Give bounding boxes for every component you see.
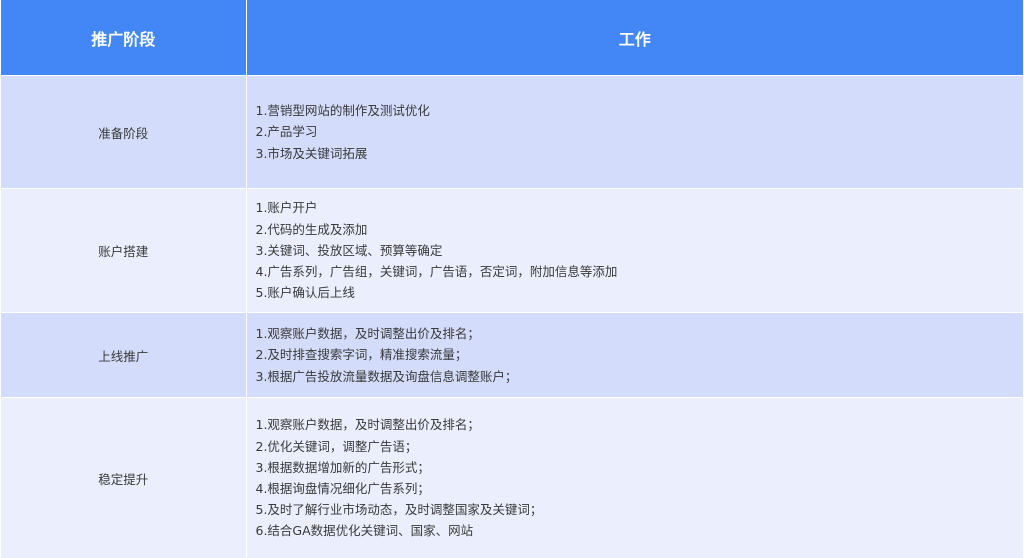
work-item: 2.产品学习 xyxy=(255,124,318,140)
work-item: 2.及时排查搜索字词，精准搜索流量； xyxy=(255,347,468,363)
stage-cell: 准备阶段 xyxy=(1,75,247,189)
stage-cell: 上线推广 xyxy=(1,312,247,398)
work-item: 4.根据询盘情况细化广告系列； xyxy=(255,481,430,496)
work-item: 3.关键词、投放区域、预算等确定 xyxy=(255,242,443,258)
table-row: 稳定提升 1.观察账户数据，及时调整出价及排名； 2.优化关键词，调整广告语； … xyxy=(1,397,1024,558)
work-item: 5.及时了解行业市场动态，及时调整国家及关键词； xyxy=(255,502,543,518)
work-item: 6.结合GA数据优化关键词、国家、网站 xyxy=(255,523,474,539)
work-list: 1.观察账户数据，及时调整出价及排名； 2.优化关键词，调整广告语； 3.根据数… xyxy=(256,414,1024,541)
header-work: 工作 xyxy=(246,0,1023,76)
work-item: 1.账户开户 xyxy=(255,200,318,216)
work-item: 3.根据数据增加新的广告形式； xyxy=(255,459,430,475)
promotion-stage-table: 推广阶段 工作 准备阶段 1.营销型网站的制作及测试优化 2.产品学习 3.市场… xyxy=(1,0,1023,558)
work-cell: 1.账户开户 2.代码的生成及添加 3.关键词、投放区域、预算等确定 4.广告系… xyxy=(246,188,1024,313)
stage-cell: 稳定提升 xyxy=(1,397,247,558)
work-item: 2.优化关键词，调整广告语； xyxy=(255,438,418,454)
table-row: 账户搭建 1.账户开户 2.代码的生成及添加 3.关键词、投放区域、预算等确定 … xyxy=(1,188,1024,313)
header-stage: 推广阶段 xyxy=(1,0,247,76)
stage-cell: 账户搭建 xyxy=(1,188,247,313)
table-row: 准备阶段 1.营销型网站的制作及测试优化 2.产品学习 3.市场及关键词拓展 xyxy=(1,75,1024,189)
work-item: 5.账户确认后上线 xyxy=(255,285,355,301)
work-cell: 1.观察账户数据，及时调整出价及排名； 2.及时排查搜索字词，精准搜索流量； 3… xyxy=(246,312,1024,398)
work-cell: 1.营销型网站的制作及测试优化 2.产品学习 3.市场及关键词拓展 xyxy=(246,75,1024,189)
work-list: 1.观察账户数据，及时调整出价及排名； 2.及时排查搜索字词，精准搜索流量； 3… xyxy=(256,323,1024,387)
work-list: 1.营销型网站的制作及测试优化 2.产品学习 3.市场及关键词拓展 xyxy=(256,100,1024,164)
table-header-row: 推广阶段 工作 xyxy=(1,0,1023,76)
work-item: 3.市场及关键词拓展 xyxy=(255,145,368,161)
work-item: 1.观察账户数据，及时调整出价及排名； xyxy=(255,326,480,342)
table-row: 上线推广 1.观察账户数据，及时调整出价及排名； 2.及时排查搜索字词，精准搜索… xyxy=(1,312,1024,398)
work-item: 2.代码的生成及添加 xyxy=(255,221,368,237)
work-item: 4.广告系列，广告组，关键词，广告语，否定词，附加信息等添加 xyxy=(255,264,618,280)
work-item: 1.观察账户数据，及时调整出价及排名； xyxy=(255,417,480,433)
work-cell: 1.观察账户数据，及时调整出价及排名； 2.优化关键词，调整广告语； 3.根据数… xyxy=(246,397,1024,558)
work-item: 1.营销型网站的制作及测试优化 xyxy=(255,103,430,119)
work-list: 1.账户开户 2.代码的生成及添加 3.关键词、投放区域、预算等确定 4.广告系… xyxy=(256,197,1024,303)
work-item: 3.根据广告投放流量数据及询盘信息调整账户； xyxy=(255,368,518,384)
